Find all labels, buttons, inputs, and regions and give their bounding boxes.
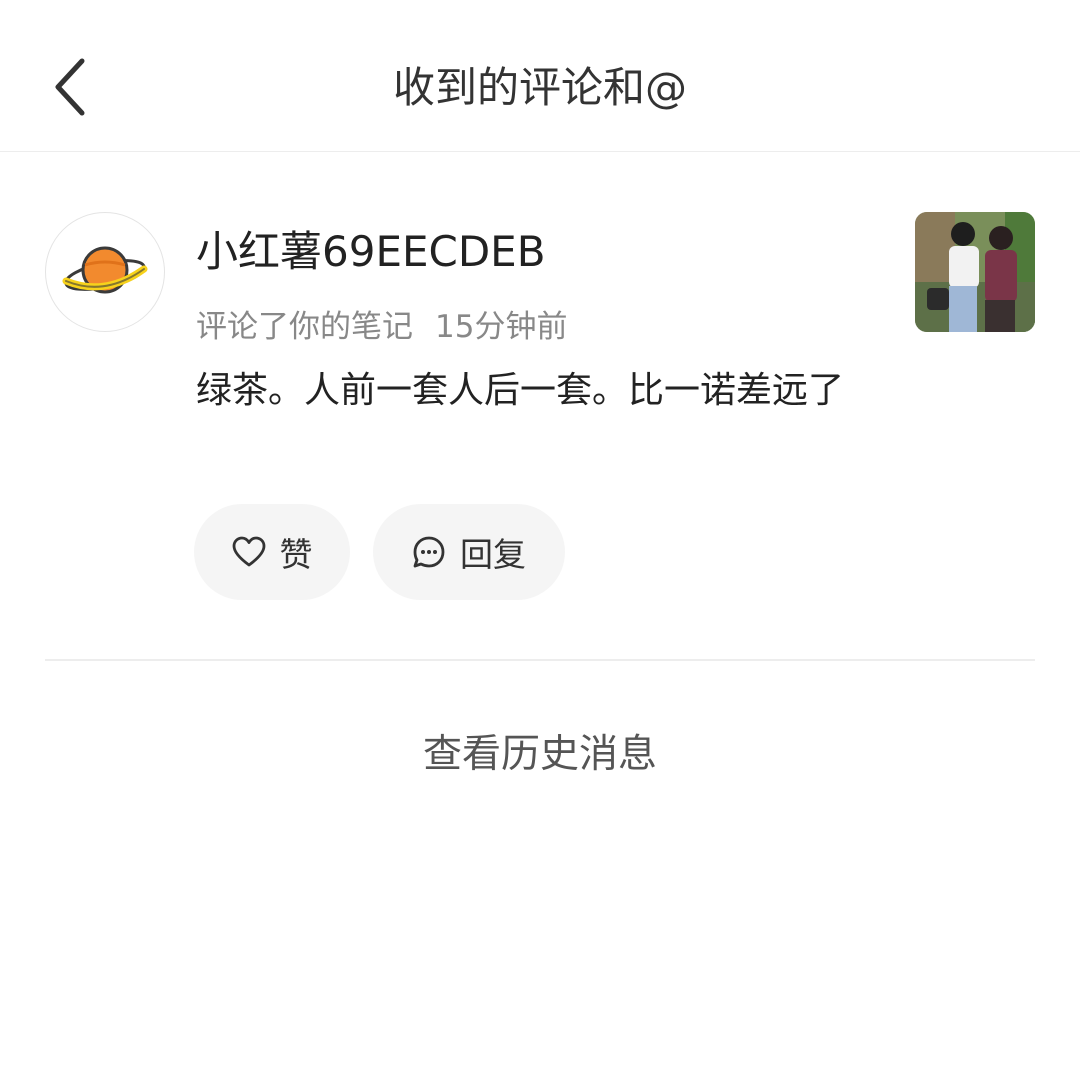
- avatar[interactable]: [45, 212, 165, 332]
- planet-icon: [62, 246, 148, 294]
- notification-meta: 评论了你的笔记 15分钟前: [196, 305, 567, 349]
- divider: [45, 659, 1035, 661]
- heart-icon: [232, 536, 265, 567]
- timestamp: 15分钟前: [435, 309, 568, 345]
- like-label: 赞: [279, 535, 313, 574]
- like-button[interactable]: 赞: [194, 504, 350, 600]
- comment-text: 绿茶。人前一套人后一套。比一诺差远了: [196, 370, 845, 411]
- reply-label: 回复: [460, 535, 526, 574]
- reply-button[interactable]: 回复: [373, 504, 565, 600]
- note-thumbnail-photo: [915, 212, 1035, 332]
- page-title: 收到的评论和@: [392, 63, 687, 112]
- note-thumbnail[interactable]: [915, 212, 1035, 332]
- username[interactable]: 小红薯69EECDEB: [196, 224, 546, 280]
- action-text: 评论了你的笔记: [196, 309, 413, 345]
- chat-bubble-icon: [413, 536, 445, 568]
- top-bar: 收到的评论和@: [0, 0, 1080, 152]
- comment-notification: 小红薯69EECDEB 评论了你的笔记 15分钟前 绿茶。人前一套人后一套。比一诺…: [0, 152, 1080, 660]
- view-history-link[interactable]: 查看历史消息: [0, 728, 1080, 782]
